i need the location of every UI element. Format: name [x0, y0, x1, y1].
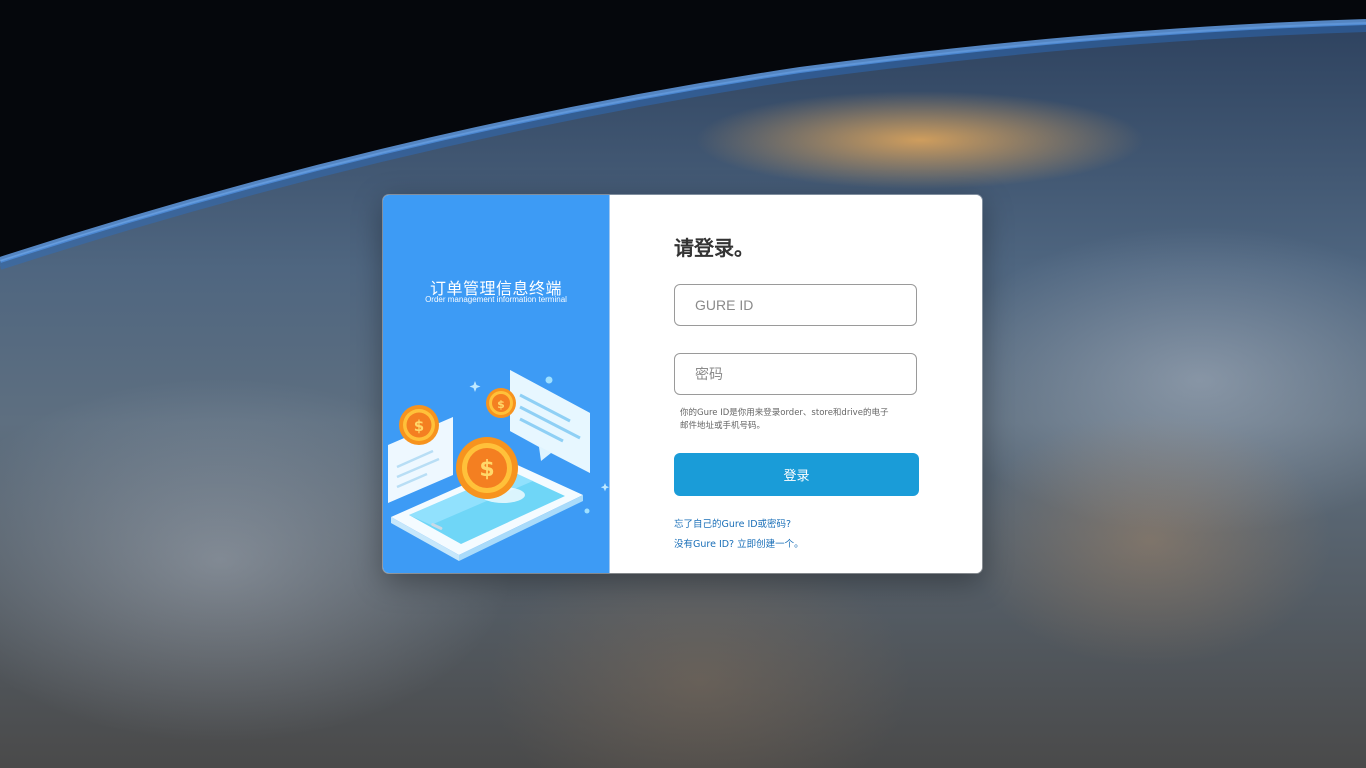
create-id-link[interactable]: 没有Gure ID? 立即创建一个。: [674, 536, 804, 550]
svg-text:$: $: [497, 398, 505, 411]
login-button[interactable]: 登录: [674, 453, 919, 496]
login-form-panel: 请登录。 你的Gure ID是你用来登录order、store和drive的电子…: [610, 195, 982, 573]
gure-id-input[interactable]: [674, 284, 917, 326]
payment-illustration: $ $ $: [388, 370, 609, 561]
login-heading: 请登录。: [674, 236, 754, 260]
svg-text:$: $: [479, 457, 494, 482]
login-card: 订单管理信息终端 Order management information te…: [383, 195, 982, 573]
dollar-coin-icon: $: [399, 405, 439, 445]
dollar-coin-icon: $: [486, 388, 516, 418]
chat-card-icon: [510, 370, 590, 473]
brand-panel: 订单管理信息终端 Order management information te…: [383, 195, 609, 573]
id-hint-text: 你的Gure ID是你用来登录order、store和drive的电子邮件地址或…: [680, 408, 889, 431]
password-input[interactable]: [674, 353, 917, 395]
brand-subtitle: Order management information terminal: [425, 295, 567, 304]
forgot-id-link[interactable]: 忘了自己的Gure ID或密码?: [674, 516, 791, 530]
svg-text:$: $: [414, 417, 424, 435]
